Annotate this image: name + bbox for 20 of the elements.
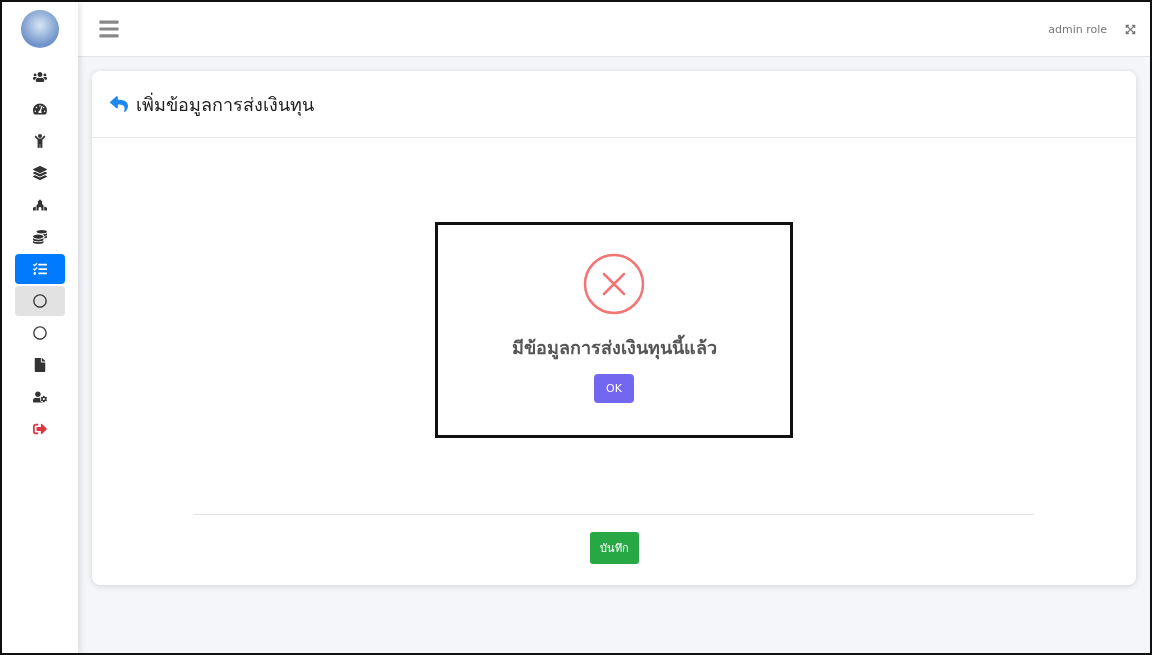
gauge-icon [33, 102, 47, 116]
fullscreen-icon[interactable] [1125, 23, 1136, 35]
user-name: admin role [1048, 22, 1107, 36]
coins-icon [33, 230, 47, 244]
child-icon [33, 134, 47, 148]
ok-button[interactable]: OK [594, 374, 634, 403]
layers-icon [33, 166, 47, 180]
users-icon [33, 70, 47, 84]
alert-message: มีข้อมูลการส่งเงินทุนนี้แล้ว [511, 333, 717, 362]
checklist-icon [33, 262, 47, 276]
logo [21, 10, 59, 48]
user-gear-icon [33, 390, 47, 404]
save-button[interactable]: บันทึก [589, 532, 639, 564]
logout-icon [33, 422, 47, 436]
back-icon[interactable] [110, 95, 128, 113]
file-icon [33, 358, 47, 372]
error-icon [583, 253, 645, 315]
card-title: เพิ่มข้อมูลการส่งเงินทุน [136, 91, 314, 118]
menu-icon[interactable] [98, 18, 120, 40]
building-icon [33, 198, 47, 212]
